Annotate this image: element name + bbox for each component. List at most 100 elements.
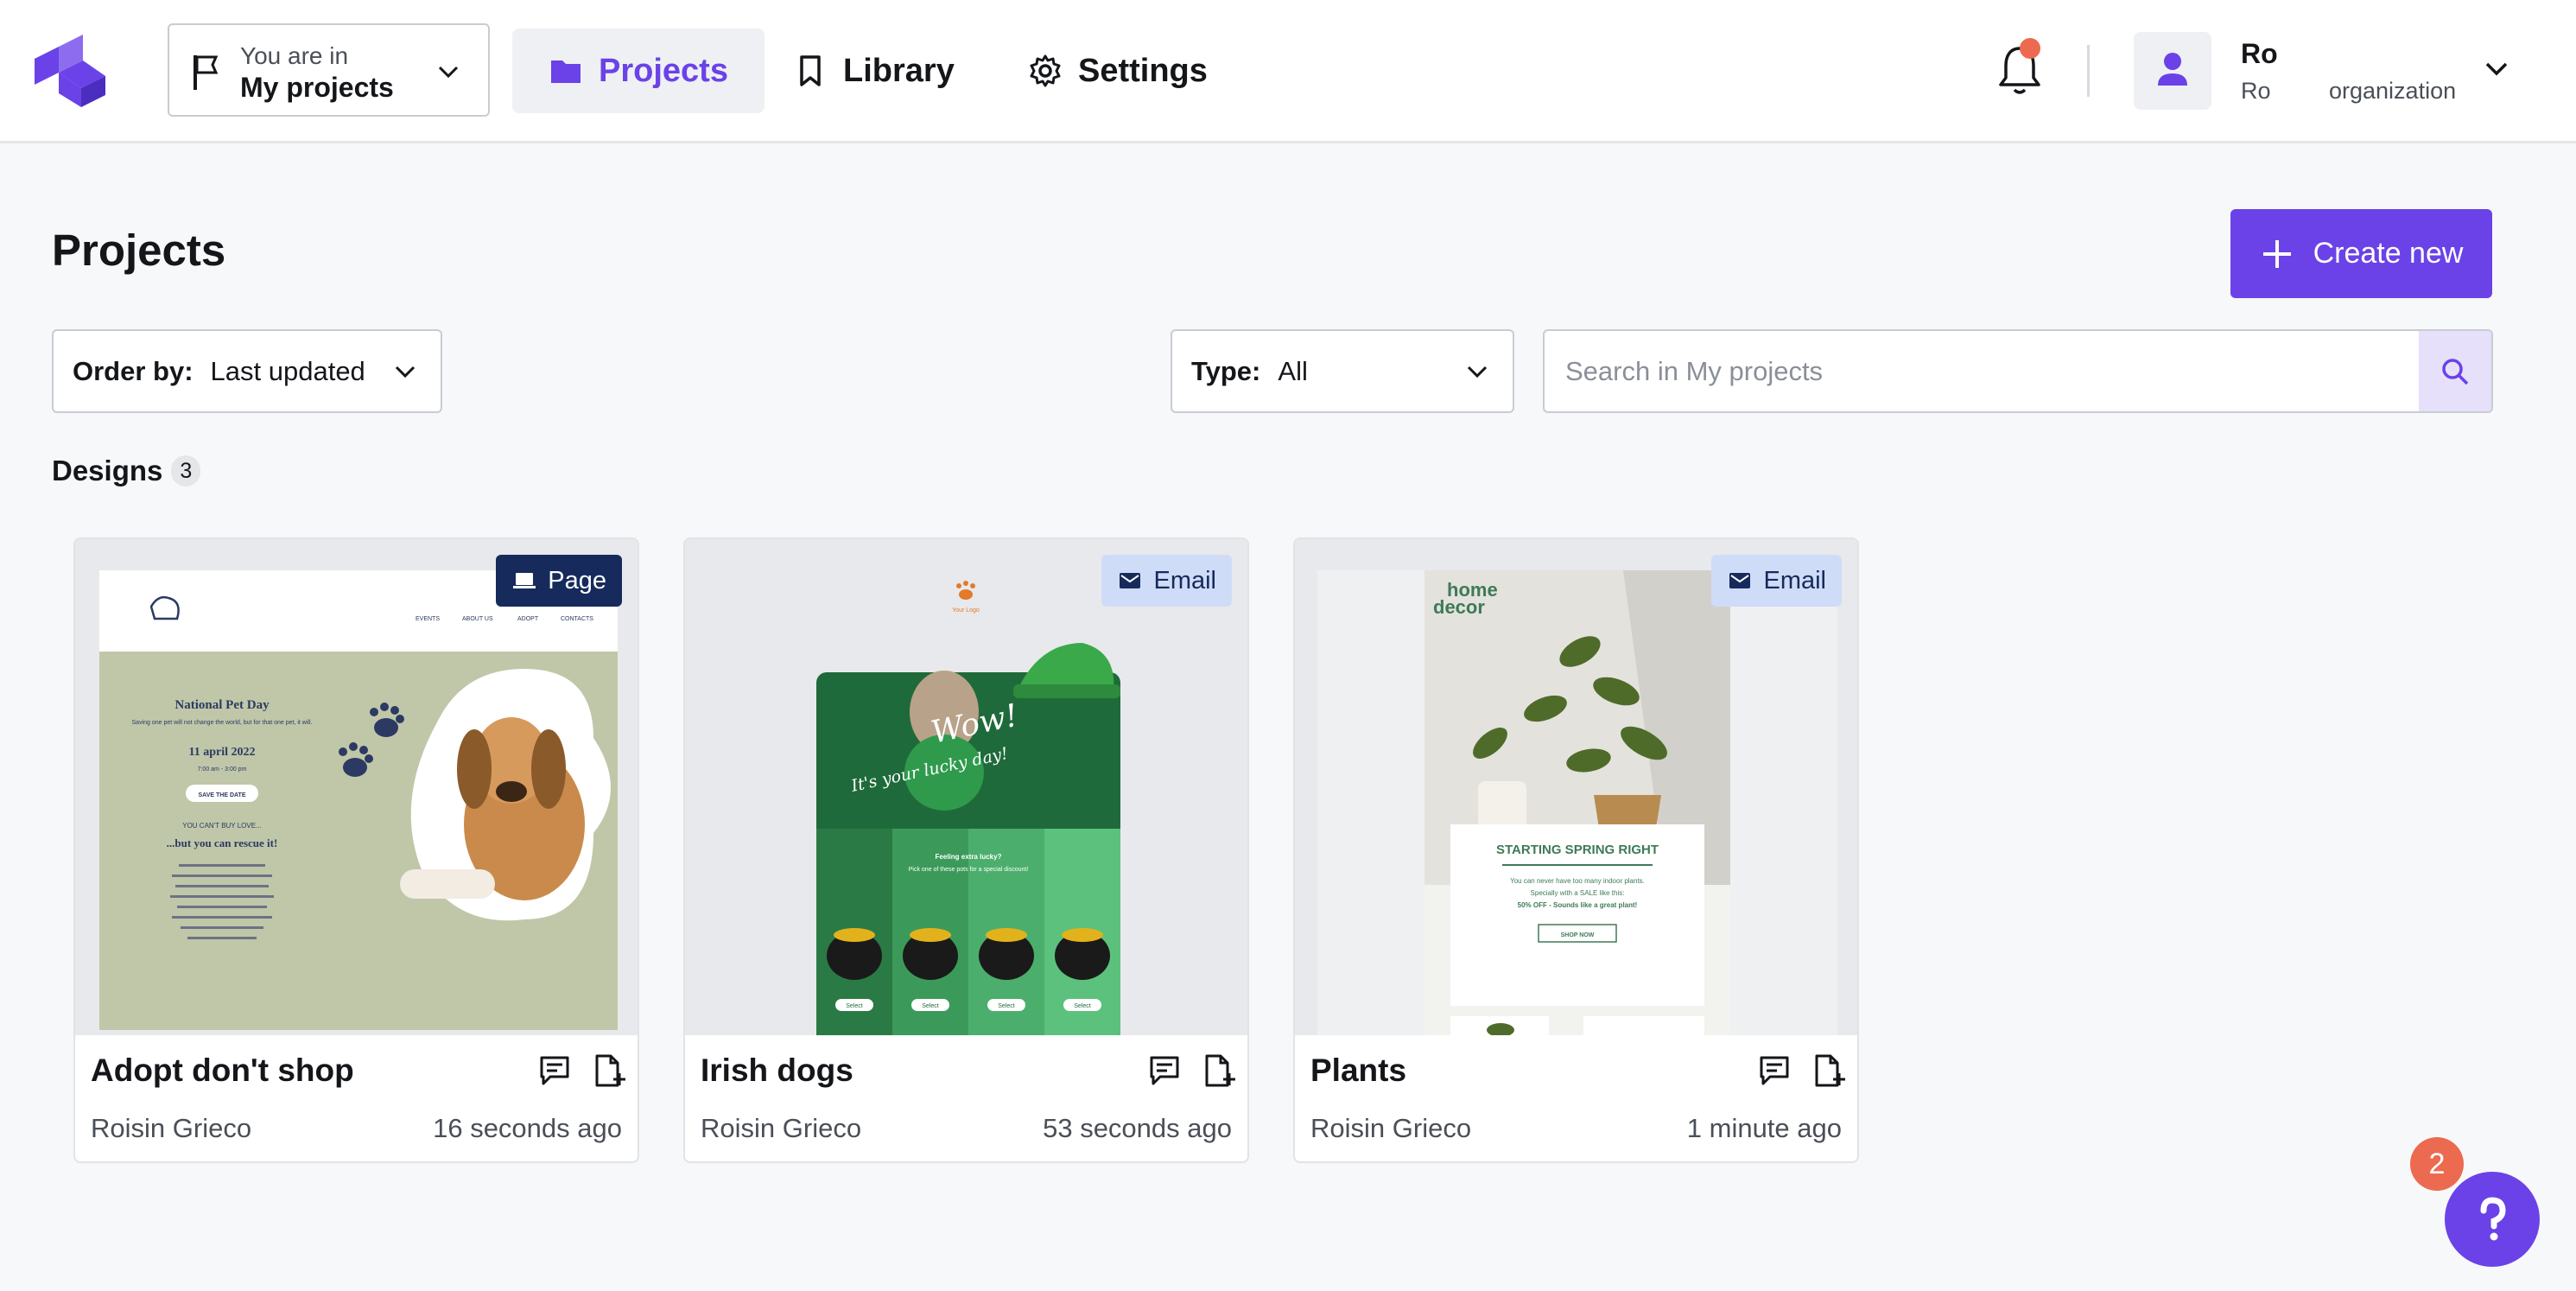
comment-icon[interactable] bbox=[1146, 1053, 1183, 1089]
create-new-button[interactable]: Create new bbox=[2230, 209, 2492, 298]
duplicate-icon[interactable] bbox=[1810, 1053, 1846, 1089]
tab-projects[interactable]: Projects bbox=[512, 29, 765, 113]
type-badge: Email bbox=[1711, 555, 1842, 607]
thumb-pick: Pick one of these pots for a special dis… bbox=[909, 867, 1029, 873]
thumb-plants-body2: Specially with a SALE like this: bbox=[1531, 889, 1625, 897]
thumb-nav-contacts: CONTACTS bbox=[561, 616, 593, 622]
design-thumbnail: Your Logo Wow! It's your lucky day! Feel… bbox=[685, 539, 1247, 1035]
thumb-headline: National Pet Day bbox=[174, 698, 270, 712]
workspace-prefix: You are in bbox=[240, 42, 349, 69]
design-thumbnail: EVENTS ABOUT US ADOPT CONTACTS National … bbox=[75, 539, 638, 1035]
user-subtitle: Ro bbox=[2241, 78, 2271, 104]
envelope-icon bbox=[1729, 573, 1751, 588]
type-badge-label: Page bbox=[548, 566, 606, 595]
order-by-label: Order by: bbox=[73, 355, 194, 386]
order-by-select[interactable]: Order by: Last updated bbox=[52, 329, 442, 413]
thumbnail-preview-adopt: EVENTS ABOUT US ADOPT CONTACTS National … bbox=[75, 539, 638, 1035]
duplicate-icon[interactable] bbox=[590, 1053, 626, 1089]
chevron-down-icon bbox=[395, 366, 416, 378]
type-badge: Page bbox=[496, 555, 622, 607]
thumb-plants-offer: 50% OFF - Sounds like a great plant! bbox=[1518, 901, 1638, 909]
tab-library[interactable]: Library bbox=[757, 29, 991, 113]
design-updated: 53 seconds ago bbox=[1043, 1113, 1232, 1143]
help-button[interactable] bbox=[2445, 1172, 2540, 1267]
search-input[interactable] bbox=[1545, 331, 2419, 411]
folder-icon bbox=[551, 60, 581, 83]
plus-icon bbox=[2262, 239, 2291, 268]
design-author: Roisin Grieco bbox=[91, 1113, 252, 1143]
type-badge-label: Email bbox=[1763, 566, 1826, 595]
user-organization: organization bbox=[2329, 78, 2457, 104]
thumbnail-preview-plants: home decor STARTING SPRING RIGHT You can… bbox=[1295, 539, 1857, 1035]
search-button[interactable] bbox=[2419, 331, 2491, 411]
notification-dot bbox=[2020, 38, 2040, 59]
divider bbox=[2087, 45, 2090, 97]
type-badge: Email bbox=[1101, 555, 1232, 607]
comment-icon[interactable] bbox=[1756, 1053, 1792, 1089]
type-badge-label: Email bbox=[1153, 566, 1216, 595]
workspace-name: My projects bbox=[240, 72, 394, 103]
chevron-down-icon bbox=[438, 66, 459, 79]
duplicate-icon[interactable] bbox=[1200, 1053, 1236, 1089]
design-title: Plants bbox=[1310, 1053, 1407, 1088]
create-new-label: Create new bbox=[2313, 237, 2464, 270]
user-name: Ro bbox=[2241, 38, 2278, 69]
thumb-tagline-small: YOU CAN'T BUY LOVE... bbox=[182, 822, 261, 830]
thumb-logo-text: Your Logo bbox=[952, 607, 980, 614]
design-card[interactable]: EVENTS ABOUT US ADOPT CONTACTS National … bbox=[73, 537, 639, 1163]
envelope-icon bbox=[1120, 573, 1141, 588]
thumb-time: 7:00 am - 3:00 pm bbox=[198, 766, 247, 773]
thumb-plants-cta: SHOP NOW bbox=[1561, 932, 1595, 938]
type-label: Type: bbox=[1191, 355, 1261, 386]
gear-icon bbox=[1030, 54, 1061, 87]
design-card[interactable]: home decor STARTING SPRING RIGHT You can… bbox=[1293, 537, 1859, 1163]
help-notification-badge: 2 bbox=[2410, 1137, 2464, 1191]
thumb-intro: Saving one pet will not change the world… bbox=[132, 720, 313, 726]
design-title: Adopt don't shop bbox=[91, 1053, 354, 1088]
avatar[interactable] bbox=[2134, 32, 2211, 110]
designs-label: Designs bbox=[52, 455, 163, 487]
thumb-nav-events: EVENTS bbox=[416, 616, 440, 622]
page-title: Projects bbox=[52, 226, 226, 275]
thumb-tagline: ...but you can rescue it! bbox=[167, 836, 278, 849]
tab-settings[interactable]: Settings bbox=[992, 29, 1244, 113]
tab-projects-label: Projects bbox=[599, 52, 728, 89]
design-thumbnail: home decor STARTING SPRING RIGHT You can… bbox=[1295, 539, 1857, 1035]
thumb-date: 11 april 2022 bbox=[188, 746, 255, 759]
type-select[interactable]: Type: All bbox=[1171, 329, 1514, 413]
user-icon bbox=[2158, 53, 2187, 86]
search-icon bbox=[2442, 358, 2469, 385]
design-author: Roisin Grieco bbox=[1310, 1113, 1472, 1143]
search-box bbox=[1543, 329, 2493, 413]
design-author: Roisin Grieco bbox=[701, 1113, 862, 1143]
order-by-value: Last updated bbox=[210, 355, 365, 386]
thumb-nav-about: ABOUT US bbox=[462, 616, 493, 622]
thumb-select-1: Select bbox=[846, 1003, 863, 1009]
thumb-select-3: Select bbox=[998, 1003, 1015, 1009]
design-updated: 1 minute ago bbox=[1686, 1113, 1842, 1143]
type-value: All bbox=[1278, 355, 1308, 386]
thumb-brand-2: decor bbox=[1433, 596, 1485, 618]
design-updated: 16 seconds ago bbox=[433, 1113, 622, 1143]
thumb-cta: SAVE THE DATE bbox=[199, 792, 246, 798]
app-logo[interactable] bbox=[29, 33, 109, 109]
question-icon bbox=[2480, 1197, 2506, 1241]
design-title: Irish dogs bbox=[701, 1053, 853, 1088]
comment-icon[interactable] bbox=[536, 1053, 573, 1089]
laptop-icon bbox=[513, 573, 536, 588]
thumb-select-4: Select bbox=[1074, 1003, 1091, 1009]
tab-settings-label: Settings bbox=[1078, 52, 1208, 89]
thumb-plants-headline: STARTING SPRING RIGHT bbox=[1496, 843, 1659, 857]
workspace-selector[interactable]: You are in My projects bbox=[168, 23, 490, 117]
thumb-plants-body: You can never have too many indoor plant… bbox=[1510, 877, 1645, 885]
thumb-extra: Feeling extra lucky? bbox=[936, 853, 1002, 861]
flag-icon bbox=[194, 55, 219, 90]
chevron-down-icon[interactable] bbox=[2481, 54, 2512, 85]
tab-library-label: Library bbox=[843, 52, 955, 89]
thumbnail-preview-irish: Your Logo Wow! It's your lucky day! Feel… bbox=[685, 539, 1247, 1035]
thumb-nav-adopt: ADOPT bbox=[517, 616, 539, 622]
design-card[interactable]: Your Logo Wow! It's your lucky day! Feel… bbox=[683, 537, 1249, 1163]
designs-section-label: Designs 3 bbox=[52, 455, 201, 487]
designs-count-badge: 3 bbox=[171, 455, 201, 487]
chevron-down-icon bbox=[1467, 366, 1488, 378]
